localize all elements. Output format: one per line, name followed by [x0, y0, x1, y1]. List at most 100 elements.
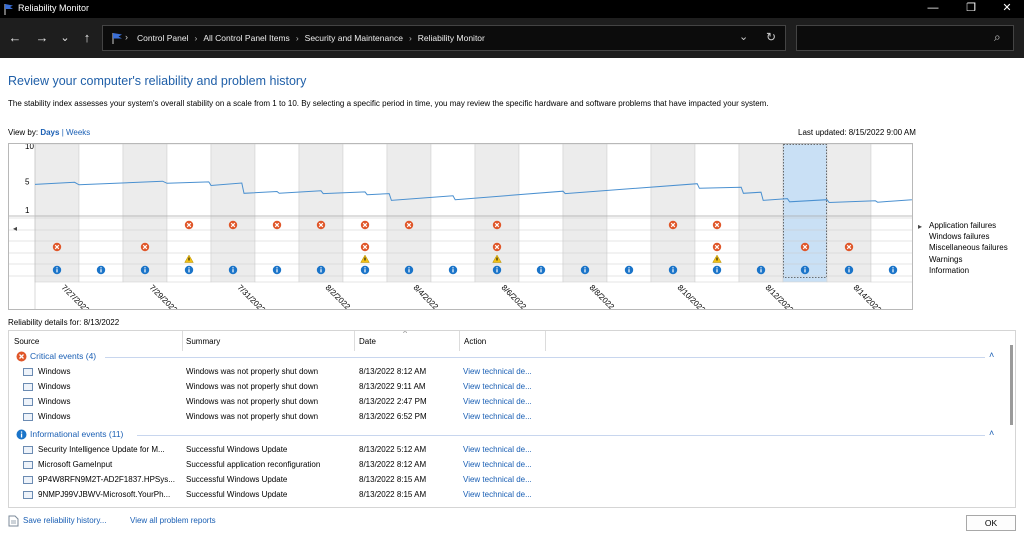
breadcrumb-reliability-monitor[interactable]: Reliability Monitor: [418, 33, 485, 43]
refresh-icon[interactable]: ↻: [766, 30, 776, 44]
table-row[interactable]: Security Intelligence Update for M... Su…: [9, 443, 999, 458]
maximize-button[interactable]: ❐: [956, 0, 986, 18]
view-technical-details-link[interactable]: View technical de...: [463, 397, 532, 406]
chart-column[interactable]: [606, 144, 652, 283]
collapse-chevron-icon[interactable]: ˄: [989, 428, 994, 438]
address-dropdown-chevron-icon[interactable]: ⌄: [739, 30, 748, 43]
stability-chart[interactable]: 10 5 1 ◂ 7/27/2022 7/29/2022 7/31/2022 8/2/2022…: [8, 143, 913, 310]
save-reliability-history-link[interactable]: Save reliability history...: [23, 516, 106, 525]
row-source: 9P4W8RFN9M2T-AD2F1837.HPSys...: [38, 475, 175, 484]
collapse-chevron-icon[interactable]: ˄: [989, 350, 994, 360]
windows-app-icon: [23, 413, 33, 421]
information-icon-dot: [100, 267, 102, 269]
information-icon-mark: [540, 269, 542, 273]
column-header-summary[interactable]: Summary: [186, 337, 220, 346]
view-by-days-link[interactable]: Days: [40, 128, 59, 137]
scroll-left-arrow-icon[interactable]: ◂: [13, 224, 17, 233]
view-technical-details-link[interactable]: View technical de...: [463, 475, 532, 484]
back-arrow-icon[interactable]: ←: [6, 28, 24, 48]
breadcrumb-root-chevron-icon[interactable]: ›: [125, 32, 128, 42]
save-document-icon: [8, 515, 19, 527]
chart-column[interactable]: [122, 144, 168, 283]
search-input[interactable]: ⌕: [796, 25, 1014, 51]
chart-column[interactable]: [78, 144, 124, 283]
breadcrumb-security-maintenance[interactable]: Security and Maintenance: [305, 33, 403, 43]
information-icon-mark: [628, 269, 630, 273]
view-technical-details-link[interactable]: View technical de...: [463, 445, 532, 454]
information-icon-mark: [144, 269, 146, 273]
forward-arrow-icon[interactable]: →: [33, 28, 51, 48]
table-row[interactable]: Microsoft GameInput Successful applicati…: [9, 458, 999, 473]
group-informational-events[interactable]: Informational events (11) ˄: [9, 428, 999, 443]
title-bar: Reliability Monitor — ❐ ✕: [0, 0, 1024, 18]
view-all-problem-reports-link[interactable]: View all problem reports: [130, 516, 216, 525]
ok-button[interactable]: OK: [966, 515, 1016, 531]
up-arrow-icon[interactable]: ↑: [78, 28, 96, 48]
chart-column[interactable]: [386, 144, 432, 283]
view-technical-details-link[interactable]: View technical de...: [463, 460, 532, 469]
table-row[interactable]: 9NMPJ99VJBWV-Microsoft.YourPh... Success…: [9, 488, 999, 503]
row-source: Windows: [38, 367, 71, 376]
table-row[interactable]: Windows Windows was not properly shut do…: [9, 365, 999, 380]
table-row[interactable]: Windows Windows was not properly shut do…: [9, 380, 999, 395]
search-icon[interactable]: ⌕: [994, 30, 1001, 45]
column-divider[interactable]: [545, 331, 546, 351]
legend-warnings: Warnings: [929, 255, 963, 264]
view-technical-details-link[interactable]: View technical de...: [463, 490, 532, 499]
view-technical-details-link[interactable]: View technical de...: [463, 367, 532, 376]
row-summary: Windows was not properly shut down: [186, 367, 319, 376]
information-icon-mark: [496, 269, 498, 273]
breadcrumb-separator-icon: ›: [194, 33, 198, 43]
view-technical-details-link[interactable]: View technical de...: [463, 382, 532, 391]
column-divider[interactable]: [354, 331, 355, 351]
chart-column[interactable]: [430, 144, 476, 283]
view-by-control: View by: Days | Weeks: [8, 128, 90, 137]
table-row[interactable]: Windows Windows was not properly shut do…: [9, 410, 999, 425]
address-bar[interactable]: › Control Panel › All Control Panel Items ›…: [102, 25, 786, 51]
column-header-source[interactable]: Source: [14, 337, 39, 346]
legend-application-failures: Application failures: [929, 221, 997, 230]
app-icon: [23, 461, 33, 469]
stability-chart-svg[interactable]: 10 5 1 ◂ 7/27/2022 7/29/2022 7/31/2022 8/2/2022…: [9, 144, 913, 310]
recent-locations-chevron-icon[interactable]: ⌄: [56, 28, 74, 48]
breadcrumb-separator-icon: ›: [295, 33, 299, 43]
row-date: 8/13/2022 8:15 AM: [359, 490, 427, 499]
information-icon-mark: [804, 269, 806, 273]
chart-column[interactable]: [826, 144, 872, 283]
view-by-weeks-link[interactable]: Weeks: [66, 128, 90, 137]
information-icon-mark: [408, 269, 410, 273]
column-divider[interactable]: [459, 331, 460, 351]
group-critical-events[interactable]: Critical events (4) ˄: [9, 350, 999, 365]
column-header-action[interactable]: Action: [464, 337, 486, 346]
information-icon-dot: [232, 267, 234, 269]
row-source: Microsoft GameInput: [38, 460, 113, 469]
breadcrumb-control-panel[interactable]: Control Panel: [137, 33, 189, 43]
chart-column[interactable]: [562, 144, 608, 283]
chart-column[interactable]: [254, 144, 300, 283]
chart-column[interactable]: [782, 144, 828, 283]
table-scrollbar[interactable]: [1010, 345, 1013, 425]
information-icon-dot: [188, 267, 190, 269]
information-icon-dot: [584, 267, 586, 269]
chart-column[interactable]: [650, 144, 696, 283]
close-button[interactable]: ✕: [992, 0, 1022, 18]
chart-column[interactable]: [298, 144, 344, 283]
information-icon-mark: [892, 269, 894, 273]
chart-column[interactable]: [518, 144, 564, 283]
minimize-button[interactable]: —: [918, 0, 948, 18]
scroll-right-arrow-icon[interactable]: ▸: [918, 222, 922, 231]
column-divider[interactable]: [182, 331, 183, 351]
chart-column[interactable]: [34, 144, 80, 283]
column-header-date[interactable]: Date: [359, 337, 376, 346]
breadcrumb-all-items[interactable]: All Control Panel Items: [203, 33, 289, 43]
chart-column[interactable]: [738, 144, 784, 283]
chart-column[interactable]: [210, 144, 256, 283]
information-icon-dot: [892, 267, 894, 269]
table-row[interactable]: 9P4W8RFN9M2T-AD2F1837.HPSys... Successfu…: [9, 473, 999, 488]
view-technical-details-link[interactable]: View technical de...: [463, 412, 532, 421]
chart-column[interactable]: [870, 144, 913, 283]
date-label: 8/4/2022: [412, 283, 441, 310]
table-row[interactable]: Windows Windows was not properly shut do…: [9, 395, 999, 410]
windows-app-icon: [23, 368, 33, 376]
information-icon-mark: [716, 269, 718, 273]
